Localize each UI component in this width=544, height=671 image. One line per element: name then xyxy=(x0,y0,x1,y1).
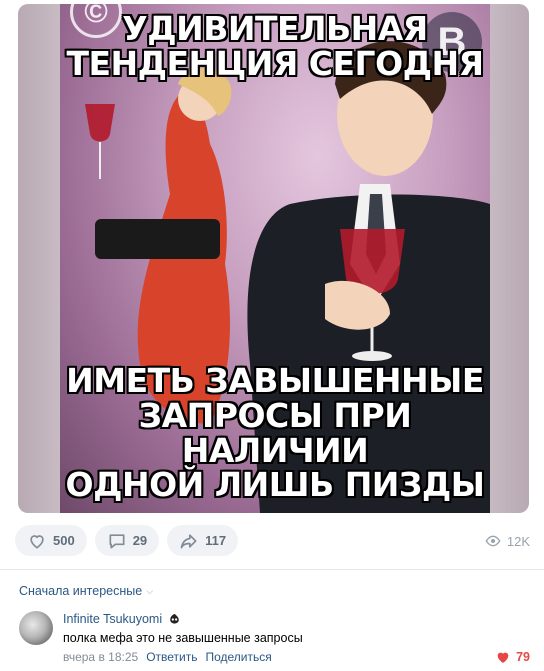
caption-line: ОДНОЙ ЛИШЬ ПИЗДЫ xyxy=(65,465,485,505)
meme-image: © B УДИВИТЕЛЬНАЯ ТЕНДЕНЦИЯ СЕГОДНЯ ИМЕТЬ… xyxy=(60,4,490,513)
chevron-down-icon: ⌵ xyxy=(146,585,154,596)
comment-button[interactable]: 29 xyxy=(94,525,160,556)
share-link[interactable]: Поделиться xyxy=(205,650,271,664)
caption-line: ТЕНДЕНЦИЯ СЕГОДНЯ xyxy=(66,43,484,83)
heart-icon xyxy=(30,534,44,549)
views-count: 12K xyxy=(506,533,530,549)
caption-line: УДИВИТЕЛЬНАЯ xyxy=(122,9,428,48)
meme-caption-top: УДИВИТЕЛЬНАЯ ТЕНДЕНЦИЯ СЕГОДНЯ xyxy=(60,9,490,83)
reply-link[interactable]: Ответить xyxy=(146,650,197,664)
comment-like-button[interactable]: 79 xyxy=(495,649,530,665)
comment-icon xyxy=(109,533,125,548)
sort-label: Сначала интересные xyxy=(19,584,143,598)
avatar[interactable] xyxy=(19,611,53,645)
comment-meta: вчера в 18:25 Ответить Поделиться xyxy=(63,650,272,664)
comment-count: 29 xyxy=(132,533,148,548)
comment-like-count: 79 xyxy=(516,650,530,664)
share-button[interactable]: 117 xyxy=(167,525,239,556)
eye-icon xyxy=(485,535,501,547)
comment-text: полка мефа это не завышенные запросы xyxy=(63,631,303,645)
comment-time[interactable]: вчера в 18:25 xyxy=(63,650,138,664)
share-arrow-icon xyxy=(180,533,197,548)
comments-sort-dropdown[interactable]: Сначала интересные ⌵ xyxy=(19,584,153,598)
caption-line: ЗАПРОСЫ ПРИ НАЛИЧИИ xyxy=(138,396,412,470)
share-count: 117 xyxy=(205,533,227,548)
post-actions: 500 29 117 xyxy=(15,525,239,556)
post-image[interactable]: © B УДИВИТЕЛЬНАЯ ТЕНДЕНЦИЯ СЕГОДНЯ ИМЕТЬ… xyxy=(18,4,529,513)
comment-author-name: Infinite Tsukuyomi xyxy=(63,612,163,626)
caption-line: ИМЕТЬ ЗАВЫШЕННЫЕ xyxy=(66,361,484,401)
author-badge-icon xyxy=(170,613,179,624)
meme-caption-bottom: ИМЕТЬ ЗАВЫШЕННЫЕ ЗАПРОСЫ ПРИ НАЛИЧИИ ОДН… xyxy=(60,364,490,503)
like-button[interactable]: 500 xyxy=(15,525,87,556)
divider xyxy=(0,569,544,570)
heart-filled-icon xyxy=(497,652,509,663)
comment-author[interactable]: Infinite Tsukuyomi xyxy=(63,612,181,626)
comment-item: Infinite Tsukuyomi полка мефа это не зав… xyxy=(19,609,530,669)
views-counter: 12K xyxy=(485,533,530,549)
like-count: 500 xyxy=(53,533,75,548)
